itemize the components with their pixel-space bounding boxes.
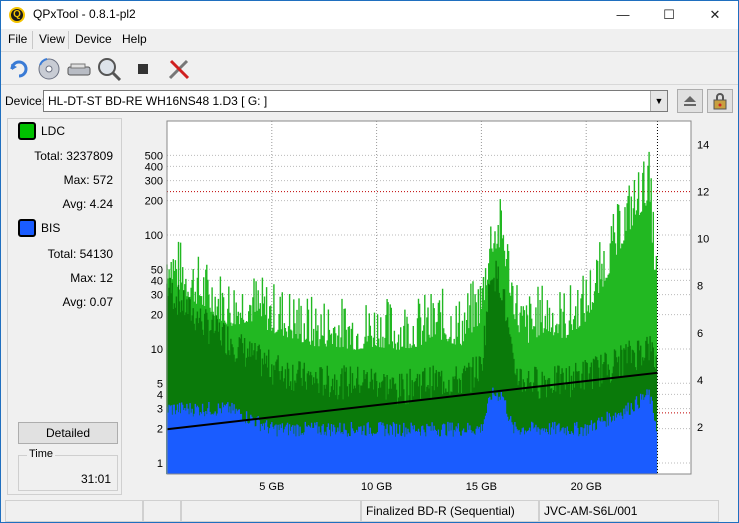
lock-icon bbox=[713, 93, 727, 110]
status-bar: Finalized BD-R (Sequential) JVC-AM-S6L/0… bbox=[1, 500, 738, 522]
window-title: QPxTool - 0.8.1-pl2 bbox=[33, 7, 136, 21]
x-tick-label: 5 GB bbox=[259, 481, 284, 493]
time-group: Time 31:01 bbox=[18, 448, 118, 491]
stop-icon[interactable] bbox=[129, 55, 157, 83]
y-left-tick-label: 200 bbox=[145, 196, 163, 208]
y-left-tick-label: 4 bbox=[157, 389, 163, 401]
stats-panel: LDC Total: 3237809 Max: 572 Avg: 4.24 BI… bbox=[7, 118, 122, 495]
media-id-status: JVC-AM-S6L/001 bbox=[539, 500, 719, 522]
disc-type-status: Finalized BD-R (Sequential) bbox=[361, 500, 539, 522]
y-left-tick-label: 100 bbox=[145, 230, 163, 242]
menu-divider bbox=[32, 31, 33, 49]
y-right-tick-label: 8 bbox=[697, 281, 703, 293]
y-left-tick-label: 1 bbox=[157, 458, 163, 470]
maximize-button[interactable]: ☐ bbox=[646, 1, 692, 29]
status-cell-2 bbox=[143, 500, 181, 522]
lock-button[interactable] bbox=[707, 89, 733, 113]
ldc-bis-chart-svg: 5 GB 10 GB 15 GB 20 GB123451020304050100200… bbox=[145, 120, 709, 493]
y-left-tick-label: 40 bbox=[151, 275, 163, 287]
y-left-tick-label: 50 bbox=[151, 264, 163, 276]
y-left-tick-label: 400 bbox=[145, 161, 163, 173]
bis-legend-label: BIS bbox=[41, 221, 61, 235]
y-left-tick-label: 20 bbox=[151, 310, 163, 322]
ldc-avg: Avg: 4.24 bbox=[62, 197, 114, 211]
x-tick-label: 20 GB bbox=[571, 481, 602, 493]
menu-bar: File View Device Help bbox=[1, 29, 738, 50]
detailed-button[interactable]: Detailed bbox=[18, 422, 118, 444]
app-window: Q QPxTool - 0.8.1-pl2 — ☐ ✕ File View De… bbox=[0, 0, 739, 523]
y-left-tick-label: 2 bbox=[157, 424, 163, 436]
y-left-tick-label: 3 bbox=[157, 404, 163, 416]
time-label: Time bbox=[27, 448, 56, 460]
eject-button[interactable] bbox=[677, 89, 703, 113]
drive-info-icon[interactable] bbox=[65, 55, 93, 83]
y-right-tick-label: 2 bbox=[697, 422, 703, 434]
menu-view[interactable]: View bbox=[39, 32, 65, 46]
menu-divider bbox=[68, 31, 69, 49]
bis-max: Max: 12 bbox=[70, 271, 113, 285]
time-value: 31:01 bbox=[80, 472, 111, 486]
y-right-tick-label: 12 bbox=[697, 187, 709, 199]
menu-file[interactable]: File bbox=[8, 32, 27, 46]
settings-tools-icon[interactable] bbox=[165, 55, 193, 83]
y-left-tick-label: 10 bbox=[151, 344, 163, 356]
device-select[interactable]: HL-DT-ST BD-RE WH16NS48 1.D3 [ G: ] ▼ bbox=[43, 90, 668, 112]
minimize-button[interactable]: — bbox=[600, 1, 646, 29]
y-left-tick-label: 30 bbox=[151, 290, 163, 302]
ldc-max: Max: 572 bbox=[63, 173, 113, 187]
chevron-down-icon[interactable]: ▼ bbox=[650, 91, 667, 111]
qpxtool-logo-icon: Q bbox=[9, 7, 25, 23]
menu-help[interactable]: Help bbox=[122, 32, 147, 46]
disc-scan-icon[interactable] bbox=[35, 55, 63, 83]
toolbar bbox=[1, 51, 738, 85]
bis-total: Total: 54130 bbox=[47, 247, 113, 261]
device-row: Device: HL-DT-ST BD-RE WH16NS48 1.D3 [ G… bbox=[1, 87, 738, 115]
y-right-tick-label: 14 bbox=[697, 140, 709, 152]
bis-legend-swatch bbox=[18, 219, 36, 237]
device-label: Device: bbox=[5, 94, 46, 108]
status-cell-1 bbox=[5, 500, 143, 522]
status-cell-3 bbox=[181, 500, 361, 522]
y-right-tick-label: 6 bbox=[697, 328, 703, 340]
menu-device[interactable]: Device bbox=[75, 32, 112, 46]
y-left-tick-label: 300 bbox=[145, 176, 163, 188]
y-right-tick-label: 4 bbox=[697, 375, 703, 387]
ldc-total: Total: 3237809 bbox=[34, 149, 113, 163]
ldc-legend-swatch bbox=[18, 122, 36, 140]
y-left-tick-label: 5 bbox=[157, 378, 163, 390]
eject-icon bbox=[684, 96, 696, 106]
x-tick-label: 15 GB bbox=[466, 481, 497, 493]
scan-chart: 5 GB 10 GB 15 GB 20 GB 1 2 3 4 5 10 20 30 40 50 100 200… bbox=[131, 118, 732, 495]
close-button[interactable]: ✕ bbox=[692, 1, 738, 29]
x-tick-label: 10 GB bbox=[361, 481, 392, 493]
bis-avg: Avg: 0.07 bbox=[62, 295, 114, 309]
ldc-legend-label: LDC bbox=[41, 124, 66, 138]
title-bar: Q QPxTool - 0.8.1-pl2 — ☐ ✕ bbox=[1, 1, 738, 29]
device-select-value: HL-DT-ST BD-RE WH16NS48 1.D3 [ G: ] bbox=[48, 94, 268, 108]
refresh-icon[interactable] bbox=[5, 55, 33, 83]
y-right-tick-label: 10 bbox=[697, 234, 709, 246]
y-left-tick-label: 500 bbox=[145, 150, 163, 162]
magnifier-disc-icon[interactable] bbox=[95, 55, 123, 83]
